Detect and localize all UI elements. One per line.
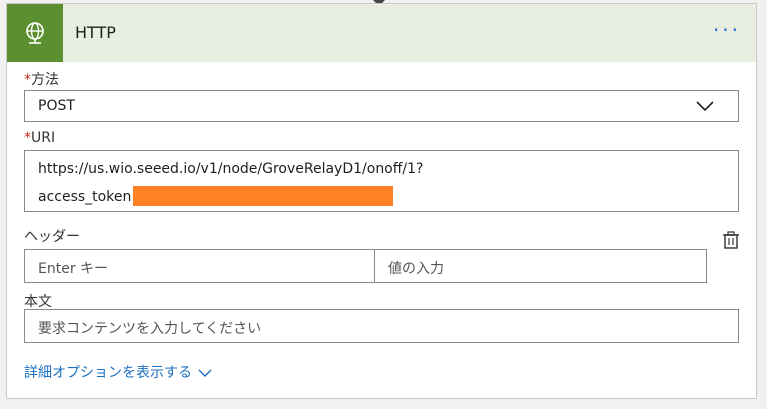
method-label-text: 方法 — [31, 72, 59, 88]
chevron-down-icon — [198, 369, 212, 377]
http-action-card: HTTP ··· *方法 POST *URI https://us.wio.se… — [6, 3, 757, 399]
required-marker: * — [24, 72, 31, 88]
show-advanced-options-link[interactable]: 詳細オプションを表示する — [24, 362, 212, 382]
uri-text-line1: https://us.wio.seeed.io/v1/node/GroveRel… — [38, 161, 424, 177]
required-marker: * — [24, 130, 31, 146]
body-placeholder: 要求コンテンツを入力してください — [38, 321, 262, 337]
body-input[interactable]: 要求コンテンツを入力してください — [24, 309, 739, 343]
header-key-placeholder: Enter キー — [38, 261, 109, 277]
uri-label: *URI — [24, 130, 55, 146]
globe-network-icon — [7, 4, 63, 62]
method-value: POST — [38, 98, 75, 114]
advanced-options-label: 詳細オプションを表示する — [24, 365, 192, 381]
headers-label: ヘッダー — [24, 229, 80, 245]
body-label: 本文 — [24, 294, 52, 310]
redacted-token — [133, 186, 393, 206]
chevron-down-icon[interactable] — [694, 95, 716, 121]
uri-label-text: URI — [31, 130, 56, 146]
more-options-button[interactable]: ··· — [707, 20, 747, 42]
header-key-input[interactable]: Enter キー — [24, 249, 375, 283]
method-label: *方法 — [24, 69, 59, 89]
uri-text-line2: access_token= — [38, 189, 144, 205]
card-header[interactable]: HTTP ··· — [7, 4, 756, 62]
method-select[interactable]: POST — [24, 90, 739, 122]
delete-icon[interactable] — [721, 230, 741, 250]
header-value-input[interactable]: 値の入力 — [374, 249, 707, 283]
header-value-placeholder: 値の入力 — [388, 261, 444, 277]
card-title: HTTP — [75, 23, 116, 42]
uri-field[interactable]: https://us.wio.seeed.io/v1/node/GroveRel… — [24, 150, 739, 212]
